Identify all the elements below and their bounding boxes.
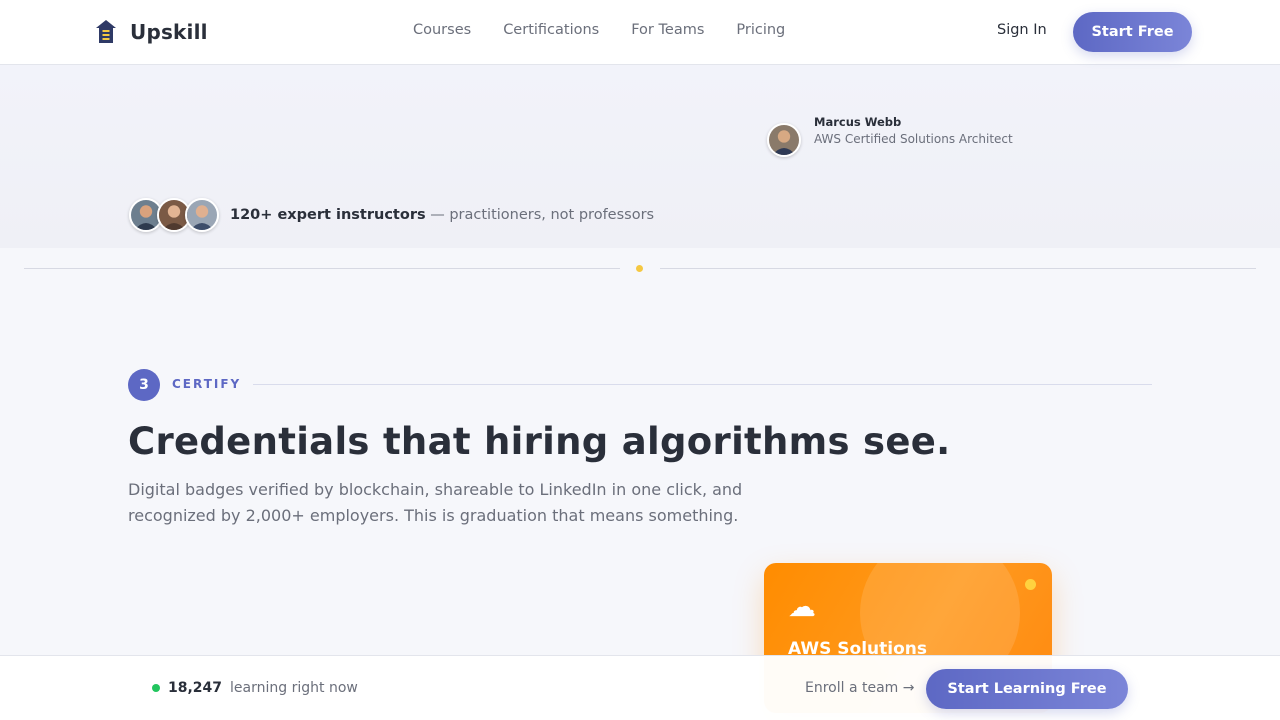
brand-name: Upskill (130, 20, 208, 44)
instructors-highlight: 120+ expert instructors (230, 207, 426, 223)
instructors-tagline: — practitioners, not professors (425, 207, 655, 223)
testimonial-role: AWS Certified Solutions Architect (814, 132, 1013, 146)
main-nav: Courses Certifications For Teams Pricing (413, 22, 785, 38)
cloud-icon: ☁ (788, 590, 816, 623)
step-number-badge: 3 (128, 369, 160, 401)
section-divider-dot (636, 265, 643, 272)
instructor-avatars (129, 198, 219, 232)
instructors-row: 120+ expert instructors — practitioners,… (129, 198, 654, 232)
live-count: 18,247 (168, 680, 223, 696)
section-headline: Credentials that hiring algorithms see. (128, 420, 951, 463)
step-label: CERTIFY (172, 377, 242, 391)
hero-section: Marcus Webb AWS Certified Solutions Arch… (0, 65, 1280, 248)
top-nav: Upskill Courses Certifications For Teams… (0, 0, 1280, 65)
live-text: learning right now (230, 680, 358, 696)
brand[interactable]: Upskill (94, 19, 208, 45)
live-status-dot (152, 684, 160, 692)
start-free-button[interactable]: Start Free (1073, 12, 1192, 52)
section-divider-right (660, 268, 1256, 269)
section-divider-left (24, 268, 620, 269)
nav-link-certifications[interactable]: Certifications (503, 22, 599, 38)
testimonial-text: Marcus Webb AWS Certified Solutions Arch… (814, 115, 1013, 148)
start-learning-button[interactable]: Start Learning Free (926, 669, 1128, 709)
sign-in-link[interactable]: Sign In (997, 22, 1047, 38)
step-header: 3 CERTIFY (128, 369, 1152, 401)
step-rule (253, 384, 1152, 385)
testimonial-card: Marcus Webb AWS Certified Solutions Arch… (767, 115, 1013, 157)
enroll-team-link[interactable]: Enroll a team → (805, 680, 915, 696)
section-subcopy: Digital badges verified by blockchain, s… (128, 480, 743, 525)
nav-link-courses[interactable]: Courses (413, 22, 471, 38)
live-learners: 18,247 learning right now (152, 680, 358, 696)
nav-link-for-teams[interactable]: For Teams (631, 22, 704, 38)
testimonial-avatar (767, 123, 801, 157)
nav-link-pricing[interactable]: Pricing (736, 22, 785, 38)
testimonial-name: Marcus Webb (814, 115, 902, 129)
badge-status-dot (1025, 579, 1036, 590)
sticky-cta-bar: 18,247 learning right now Enroll a team … (0, 655, 1280, 720)
brand-logo-icon (96, 20, 116, 43)
instructor-avatar (185, 198, 219, 232)
instructors-text: 120+ expert instructors — practitioners,… (230, 207, 654, 223)
